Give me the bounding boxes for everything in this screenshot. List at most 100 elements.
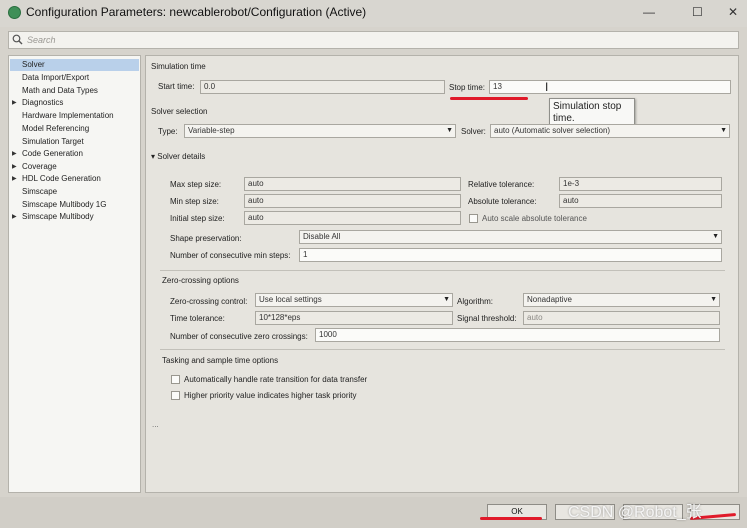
type-label: Type: (158, 127, 178, 136)
tree-item-simulation-target[interactable]: Simulation Target (10, 136, 139, 148)
expand-arrow-icon[interactable]: ▶ (12, 148, 17, 160)
dropdown-arrow-icon: ▼ (446, 127, 453, 134)
tree-item-label: Simulation Target (22, 137, 84, 146)
rate-transition-label: Automatically handle rate transition for… (184, 375, 368, 384)
auto-scale-tolerance-label: Auto scale absolute tolerance (482, 214, 587, 223)
stop-time-field[interactable]: 13 (489, 80, 731, 94)
tasking-header: Tasking and sample time options (162, 356, 279, 365)
time-tolerance-label: Time tolerance: (170, 314, 225, 323)
dropdown-arrow-icon: ▼ (443, 296, 450, 303)
watermark: CSDN @Robot_张 (568, 504, 702, 521)
tree-item-label: HDL Code Generation (22, 174, 101, 183)
dropdown-arrow-icon: ▼ (710, 296, 717, 303)
tree-item-label: Model Referencing (22, 124, 90, 133)
expand-arrow-icon[interactable]: ▶ (12, 211, 17, 223)
initial-step-label: Initial step size: (170, 214, 225, 223)
algorithm-value: Nonadaptive (527, 295, 572, 304)
tree-item-simscape-multibody-1g[interactable]: Simscape Multibody 1G (10, 199, 139, 211)
tree-item-simscape[interactable]: Simscape (10, 186, 139, 198)
start-time-label: Start time: (158, 82, 195, 91)
expand-arrow-icon[interactable]: ▶ (12, 161, 17, 173)
expand-arrow-icon[interactable]: ▶ (12, 97, 17, 109)
time-tolerance-field[interactable]: 10*128*eps (255, 311, 453, 325)
expand-arrow-icon[interactable]: ▶ (12, 173, 17, 185)
consecutive-zero-crossings-label: Number of consecutive zero crossings: (170, 332, 308, 341)
initial-step-field[interactable]: auto (244, 211, 461, 225)
simulink-app-icon (8, 6, 21, 19)
tree-item-label: Diagnostics (22, 98, 64, 107)
divider (160, 349, 725, 350)
tree-item-math-data-types[interactable]: Math and Data Types (10, 85, 139, 97)
relative-tolerance-field[interactable]: 1e-3 (559, 177, 722, 191)
text-cursor-icon: I (545, 80, 549, 94)
tree-item-label: Math and Data Types (22, 86, 98, 95)
red-annotation-underline (450, 97, 528, 100)
tree-item-simscape-multibody[interactable]: ▶ Simscape Multibody (10, 211, 139, 223)
tree-item-model-referencing[interactable]: Model Referencing (10, 123, 139, 135)
absolute-tolerance-field[interactable]: auto (559, 194, 722, 208)
tree-item-hardware-implementation[interactable]: Hardware Implementation (10, 110, 139, 122)
tree-item-label: Hardware Implementation (22, 111, 114, 120)
close-button[interactable]: ✕ (728, 5, 738, 19)
dropdown-arrow-icon: ▼ (712, 233, 719, 240)
tree-item-label: Simscape (22, 187, 58, 196)
shape-preservation-value: Disable All (303, 232, 341, 241)
solver-settings-panel (145, 55, 739, 493)
rate-transition-checkbox[interactable] (171, 375, 180, 384)
dropdown-arrow-icon: ▼ (720, 127, 727, 134)
tree-item-label: Code Generation (22, 149, 83, 158)
solver-details-toggle[interactable]: ▾ Solver details (151, 152, 205, 161)
min-step-label: Min step size: (170, 197, 219, 206)
consecutive-min-steps-label: Number of consecutive min steps: (170, 251, 291, 260)
zero-crossing-control-label: Zero-crossing control: (170, 297, 248, 306)
max-step-field[interactable]: auto (244, 177, 461, 191)
tree-item-label: Simscape Multibody 1G (22, 200, 107, 209)
divider (160, 270, 725, 271)
signal-threshold-field[interactable]: auto (523, 311, 720, 325)
zero-crossing-header: Zero-crossing options (162, 276, 239, 285)
tree-item-label: Solver (22, 60, 45, 69)
tree-item-label: Data Import/Export (22, 73, 90, 82)
relative-tolerance-label: Relative tolerance: (468, 180, 535, 189)
zero-crossing-control-value: Use local settings (259, 295, 322, 304)
tree-item-code-generation[interactable]: ▶ Code Generation (10, 148, 139, 160)
tree-item-label: Coverage (22, 162, 57, 171)
solver-type-select[interactable]: Variable-step ▼ (184, 124, 456, 138)
priority-checkbox[interactable] (171, 391, 180, 400)
min-step-field[interactable]: auto (244, 194, 461, 208)
tree-item-hdl-code-generation[interactable]: ▶ HDL Code Generation (10, 173, 139, 185)
solver-details-header: Solver details (157, 152, 206, 161)
red-annotation-underline (480, 517, 542, 520)
category-tree: Solver Data Import/Export Math and Data … (8, 55, 141, 493)
window-title: Configuration Parameters: newcablerobot/… (26, 5, 367, 19)
consecutive-zero-crossings-field[interactable]: 1000 (315, 328, 720, 342)
tree-item-data-import-export[interactable]: Data Import/Export (10, 72, 139, 84)
shape-preservation-select[interactable]: Disable All ▼ (299, 230, 722, 244)
simulation-time-header: Simulation time (151, 62, 206, 71)
auto-scale-tolerance-checkbox[interactable] (469, 214, 478, 223)
consecutive-min-steps-field[interactable]: 1 (299, 248, 722, 262)
start-time-field[interactable]: 0.0 (200, 80, 445, 94)
solver-value: auto (Automatic solver selection) (494, 126, 611, 135)
solver-select[interactable]: auto (Automatic solver selection) ▼ (490, 124, 730, 138)
search-bar[interactable]: Search (8, 31, 739, 49)
tree-item-coverage[interactable]: ▶ Coverage (10, 161, 139, 173)
search-icon (12, 34, 23, 45)
maximize-button[interactable]: ☐ (692, 5, 703, 19)
signal-threshold-label: Signal threshold: (457, 314, 517, 323)
solver-type-value: Variable-step (188, 126, 235, 135)
stop-time-label: Stop time: (449, 83, 486, 92)
tree-item-label: Simscape Multibody (22, 212, 94, 221)
tree-item-solver[interactable]: Solver (10, 59, 139, 71)
solver-selection-header: Solver selection (151, 107, 208, 116)
algorithm-select[interactable]: Nonadaptive ▼ (523, 293, 720, 307)
zero-crossing-control-select[interactable]: Use local settings ▼ (255, 293, 453, 307)
solver-label: Solver: (461, 127, 486, 136)
search-placeholder: Search (27, 35, 56, 45)
algorithm-label: Algorithm: (457, 297, 494, 306)
max-step-label: Max step size: (170, 180, 222, 189)
priority-label: Higher priority value indicates higher t… (184, 391, 357, 400)
more-parameters-ellipsis[interactable]: ... (152, 420, 159, 429)
tree-item-diagnostics[interactable]: ▶ Diagnostics (10, 97, 139, 109)
minimize-button[interactable]: — (643, 5, 655, 19)
